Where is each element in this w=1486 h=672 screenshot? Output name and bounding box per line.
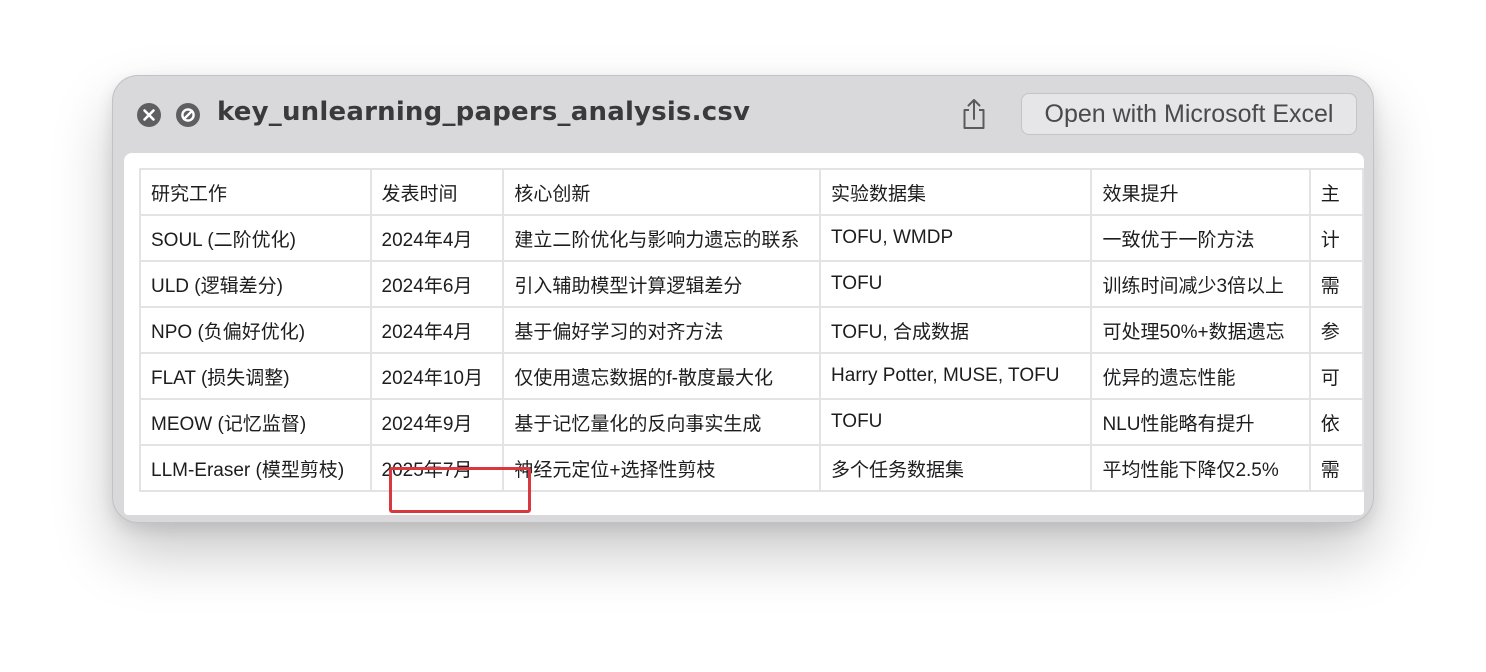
close-button[interactable]	[137, 103, 161, 127]
table-row: ULD (逻辑差分) 2024年6月 引入辅助模型计算逻辑差分 TOFU 训练时…	[139, 260, 1364, 308]
table-cell: 基于记忆量化的反向事实生成	[502, 398, 822, 446]
table-cell: 仅使用遗忘数据的f-散度最大化	[502, 352, 822, 400]
quicklook-window: key_unlearning_papers_analysis.csv Open …	[112, 75, 1374, 523]
table-cell: LLM-Eraser (模型剪枝)	[139, 444, 372, 492]
header-cell: 研究工作	[139, 168, 372, 216]
table-cell: Harry Potter, MUSE, TOFU	[819, 352, 1093, 400]
table-cell: TOFU, WMDP	[819, 214, 1093, 262]
table-cell: 建立二阶优化与影响力遗忘的联系	[502, 214, 822, 262]
table-cell: 优异的遗忘性能	[1090, 352, 1311, 400]
header-cell: 核心创新	[502, 168, 822, 216]
close-icon	[143, 109, 155, 121]
table-cell: 依	[1308, 398, 1364, 446]
fullscreen-button[interactable]	[176, 103, 200, 127]
table-cell: TOFU	[819, 260, 1093, 308]
header-cell: 主	[1308, 168, 1364, 216]
table-cell: 可处理50%+数据遗忘	[1090, 306, 1311, 354]
table-cell: 训练时间减少3倍以上	[1090, 260, 1311, 308]
table-cell: 2024年10月	[369, 352, 505, 400]
header-cell: 效果提升	[1090, 168, 1311, 216]
table-cell: SOUL (二阶优化)	[139, 214, 372, 262]
table-cell: 引入辅助模型计算逻辑差分	[502, 260, 822, 308]
table-cell: 2024年6月	[369, 260, 505, 308]
share-icon	[963, 99, 985, 129]
header-cell: 发表时间	[369, 168, 505, 216]
table-cell: NPO (负偏好优化)	[139, 306, 372, 354]
table-cell: FLAT (损失调整)	[139, 352, 372, 400]
table-cell: 平均性能下降仅2.5%	[1090, 444, 1311, 492]
table-cell: 2024年9月	[369, 398, 505, 446]
table-row: MEOW (记忆监督) 2024年9月 基于记忆量化的反向事实生成 TOFU N…	[139, 398, 1364, 446]
table-cell: TOFU	[819, 398, 1093, 446]
table-cell: NLU性能略有提升	[1090, 398, 1311, 446]
table-cell: 需	[1308, 260, 1364, 308]
share-button[interactable]	[957, 96, 991, 132]
table-cell: 2025年7月	[369, 444, 505, 492]
no-zoom-icon	[181, 108, 195, 122]
table-cell: 一致优于一阶方法	[1090, 214, 1311, 262]
table-cell: 2024年4月	[369, 214, 505, 262]
table-cell: 需	[1308, 444, 1364, 492]
csv-table: 研究工作 发表时间 核心创新 实验数据集 效果提升 主 SOUL (二阶优化) …	[139, 168, 1364, 492]
table-cell: 参	[1308, 306, 1364, 354]
table-cell: 多个任务数据集	[819, 444, 1093, 492]
table-cell: 可	[1308, 352, 1364, 400]
open-with-excel-button[interactable]: Open with Microsoft Excel	[1021, 93, 1357, 135]
window-title: key_unlearning_papers_analysis.csv	[217, 97, 751, 127]
header-cell: 实验数据集	[819, 168, 1093, 216]
title-bar: key_unlearning_papers_analysis.csv Open …	[113, 76, 1373, 152]
table-cell: MEOW (记忆监督)	[139, 398, 372, 446]
table-cell: 计	[1308, 214, 1364, 262]
table-row: FLAT (损失调整) 2024年10月 仅使用遗忘数据的f-散度最大化 Har…	[139, 352, 1364, 400]
csv-preview: 研究工作 发表时间 核心创新 实验数据集 效果提升 主 SOUL (二阶优化) …	[124, 153, 1364, 515]
table-cell: 基于偏好学习的对齐方法	[502, 306, 822, 354]
table-cell: ULD (逻辑差分)	[139, 260, 372, 308]
table-cell: 神经元定位+选择性剪枝	[502, 444, 822, 492]
table-row: SOUL (二阶优化) 2024年4月 建立二阶优化与影响力遗忘的联系 TOFU…	[139, 214, 1364, 262]
table-cell: 2024年4月	[369, 306, 505, 354]
table-row: NPO (负偏好优化) 2024年4月 基于偏好学习的对齐方法 TOFU, 合成…	[139, 306, 1364, 354]
table-cell: TOFU, 合成数据	[819, 306, 1093, 354]
table-header-row: 研究工作 发表时间 核心创新 实验数据集 效果提升 主	[139, 168, 1364, 216]
table-row: LLM-Eraser (模型剪枝) 2025年7月 神经元定位+选择性剪枝 多个…	[139, 444, 1364, 492]
